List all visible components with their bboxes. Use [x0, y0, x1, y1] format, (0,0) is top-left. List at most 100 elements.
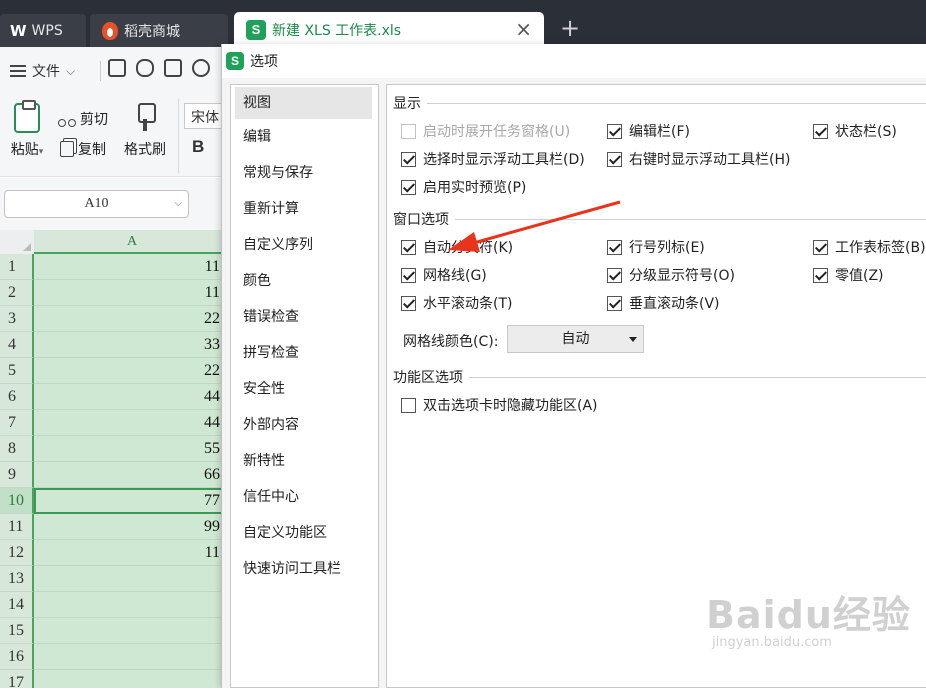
options-nav-item[interactable]: 外部内容: [231, 407, 378, 443]
options-nav-item[interactable]: 安全性: [231, 371, 378, 407]
gridline-color-select[interactable]: 自动: [507, 325, 644, 353]
checkbox-float-toolbar-rightclick[interactable]: 右键时显示浮动工具栏(H): [607, 149, 790, 169]
tab-current-file[interactable]: S 新建 XLS 工作表.xls ×: [234, 12, 544, 47]
tab-docer-mall[interactable]: 稻壳商城: [90, 14, 228, 47]
grid-cell[interactable]: [34, 592, 230, 618]
baidu-watermark: Baidu经验 jingyan.baidu.com: [706, 584, 911, 650]
options-nav-item[interactable]: 自定义功能区: [231, 515, 378, 551]
save-icon[interactable]: [108, 59, 126, 77]
grid-cell[interactable]: [34, 618, 230, 644]
options-nav-item[interactable]: 编辑: [231, 119, 378, 155]
grid-cell[interactable]: 66: [34, 462, 230, 488]
app-tab-bar: W WPS 稻壳商城 S 新建 XLS 工作表.xls × +: [0, 0, 926, 47]
grid-cell[interactable]: [34, 566, 230, 592]
checkbox-label: 分级显示符号(O): [629, 268, 735, 284]
table-row: 17: [0, 670, 230, 688]
checkbox-live-preview[interactable]: 启用实时预览(P): [401, 177, 526, 197]
row-header[interactable]: 13: [0, 566, 34, 592]
checkbox-formula-bar[interactable]: 编辑栏(F): [607, 121, 690, 141]
checkbox-label: 启用实时预览(P): [423, 180, 527, 196]
grid-cell[interactable]: 22: [34, 306, 230, 332]
table-row: 15: [0, 618, 230, 644]
column-header-a[interactable]: A: [34, 230, 230, 254]
print-preview-icon[interactable]: [192, 59, 210, 77]
grid-cell[interactable]: 55: [34, 436, 230, 462]
row-header[interactable]: 17: [0, 670, 34, 688]
file-menu[interactable]: 文件 ⌵: [10, 61, 75, 81]
ribbon: 文件 ⌵ 粘贴▾ 剪切 复制 格式刷 宋体 B: [0, 47, 234, 177]
dialog-titlebar[interactable]: S 选项: [222, 44, 926, 78]
table-row: 4 33: [0, 332, 230, 358]
row-header[interactable]: 10: [0, 488, 34, 514]
row-header[interactable]: 12: [0, 540, 34, 566]
row-header[interactable]: 14: [0, 592, 34, 618]
row-header[interactable]: 3: [0, 306, 34, 332]
options-nav-item[interactable]: 颜色: [231, 263, 378, 299]
checkbox-float-toolbar-select[interactable]: 选择时显示浮动工具栏(D): [401, 149, 585, 169]
row-header[interactable]: 4: [0, 332, 34, 358]
close-tab-icon[interactable]: ×: [515, 19, 532, 39]
format-painter-button[interactable]: 格式刷: [118, 103, 172, 159]
table-row: 7 44: [0, 410, 230, 436]
checkbox-status-bar[interactable]: 状态栏(S): [813, 121, 897, 141]
row-header[interactable]: 15: [0, 618, 34, 644]
checkbox-startup-taskpane: 启动时展开任务窗格(U): [401, 121, 570, 141]
grid-cell[interactable]: [34, 670, 230, 688]
new-tab-icon[interactable]: +: [560, 16, 580, 40]
select-all-corner[interactable]: [0, 230, 34, 254]
row-header[interactable]: 1: [0, 254, 34, 280]
checkbox-zero-values[interactable]: 零值(Z): [813, 265, 884, 285]
format-painter-label: 格式刷: [124, 142, 166, 158]
row-header[interactable]: 16: [0, 644, 34, 670]
grid-cell[interactable]: 77: [34, 488, 230, 514]
row-header[interactable]: 7: [0, 410, 34, 436]
grid-cell[interactable]: 44: [34, 384, 230, 410]
checkbox-v-scrollbar[interactable]: 垂直滚动条(V): [607, 293, 720, 313]
name-box[interactable]: A10 ⌵: [4, 190, 189, 218]
options-nav-item[interactable]: 重新计算: [231, 191, 378, 227]
options-nav-item[interactable]: 新特性: [231, 443, 378, 479]
checkbox-outline-symbols[interactable]: 分级显示符号(O): [607, 265, 735, 285]
options-nav-item[interactable]: 信任中心: [231, 479, 378, 515]
grid-cell[interactable]: 11: [34, 254, 230, 280]
options-nav-item[interactable]: 拼写检查: [231, 335, 378, 371]
row-header[interactable]: 6: [0, 384, 34, 410]
copy-icon: [60, 141, 74, 157]
spreadsheet-icon: S: [246, 19, 266, 40]
checkbox-gridlines[interactable]: 网格线(G): [401, 265, 487, 285]
grid-cell[interactable]: [34, 644, 230, 670]
tab-wps[interactable]: W WPS: [0, 14, 86, 47]
options-nav-item[interactable]: 错误检查: [231, 299, 378, 335]
options-nav-item[interactable]: 常规与保存: [231, 155, 378, 191]
grid-cell[interactable]: 99: [34, 514, 230, 540]
file-menu-label: 文件: [32, 64, 60, 80]
copy-button[interactable]: 复制: [60, 139, 106, 159]
grid-cell[interactable]: 22: [34, 358, 230, 384]
options-nav-item[interactable]: 视图: [235, 87, 372, 119]
checkbox-box: [607, 267, 622, 283]
grid-cell[interactable]: 33: [34, 332, 230, 358]
checkbox-sheet-tabs[interactable]: 工作表标签(B): [813, 237, 926, 257]
checkbox-label: 垂直滚动条(V): [629, 296, 720, 312]
checkbox-h-scrollbar[interactable]: 水平滚动条(T): [401, 293, 512, 313]
paste-button[interactable]: 粘贴▾: [6, 100, 48, 159]
grid-cell[interactable]: 11: [34, 280, 230, 306]
cut-button[interactable]: 剪切: [58, 109, 108, 129]
row-header[interactable]: 5: [0, 358, 34, 384]
formula-bar: A10 ⌵: [0, 178, 230, 230]
section-ribbon-title: 功能区选项: [393, 370, 463, 386]
print-icon[interactable]: [164, 59, 182, 77]
grid-cell[interactable]: 11: [34, 540, 230, 566]
checkbox-label: 工作表标签(B): [835, 240, 926, 256]
grid-cell[interactable]: 44: [34, 410, 230, 436]
options-nav-item[interactable]: 自定义序列: [231, 227, 378, 263]
row-header[interactable]: 9: [0, 462, 34, 488]
row-header[interactable]: 8: [0, 436, 34, 462]
bold-button[interactable]: B: [192, 137, 204, 157]
quick-access-toolbar: [108, 59, 210, 77]
export-icon[interactable]: [136, 59, 154, 77]
options-nav-item[interactable]: 快速访问工具栏: [231, 551, 378, 587]
checkbox-hide-ribbon-dblclick[interactable]: 双击选项卡时隐藏功能区(A): [401, 395, 598, 415]
row-header[interactable]: 2: [0, 280, 34, 306]
row-header[interactable]: 11: [0, 514, 34, 540]
